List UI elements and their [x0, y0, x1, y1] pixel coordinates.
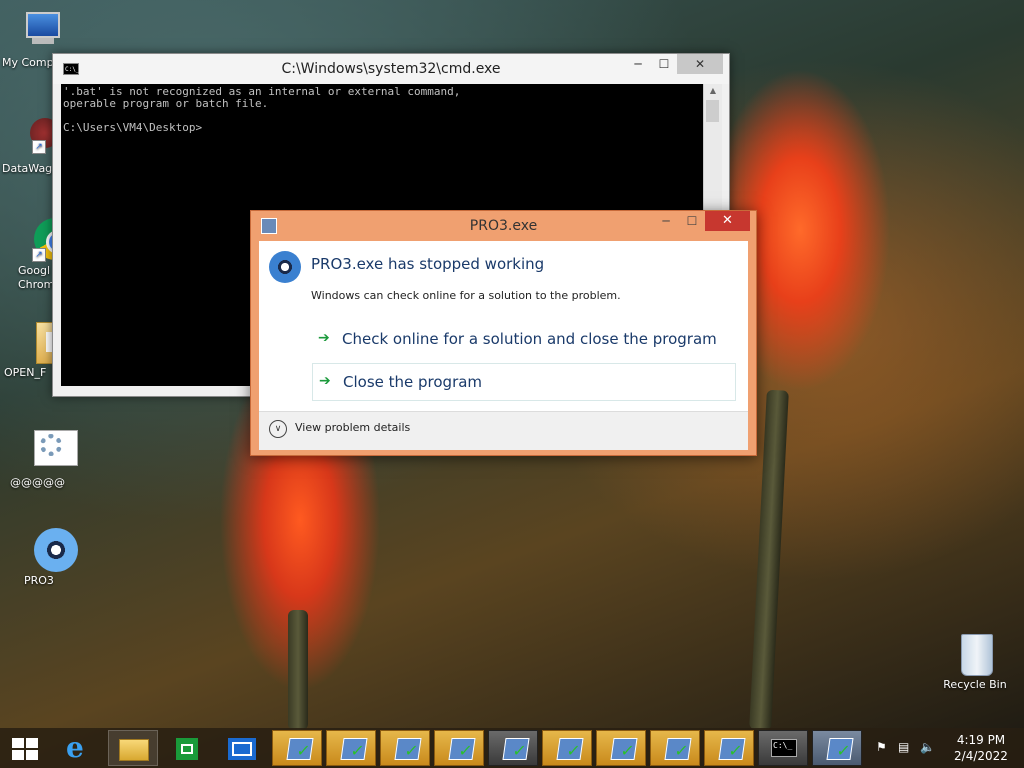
close-button[interactable]: ✕ — [677, 54, 723, 74]
close-program-option[interactable]: ➔ Close the program — [312, 363, 736, 401]
taskbar-app-button[interactable] — [326, 730, 376, 766]
minimize-button[interactable]: ─ — [625, 54, 651, 74]
scroll-up-arrow[interactable]: ▲ — [704, 86, 722, 95]
dialog-titlebar[interactable]: PRO3.exe ─ ☐ ✕ — [251, 211, 756, 241]
app-window-icon — [286, 738, 314, 760]
taskbar-app-button[interactable] — [650, 730, 700, 766]
taskbar-app-button[interactable] — [812, 730, 862, 766]
taskbar-app-button[interactable] — [488, 730, 538, 766]
taskbar-cmd-button[interactable]: C:\_ — [758, 730, 808, 766]
desktop-icon-recycle-bin[interactable]: Recycle Bin — [935, 630, 1015, 691]
taskbar-app-button[interactable] — [380, 730, 430, 766]
clock[interactable]: 4:19 PM 2/4/2022 — [946, 732, 1016, 764]
settings-icon — [18, 428, 78, 472]
green-arrow-icon: ➔ — [319, 373, 331, 389]
network-icon[interactable]: ▤ — [898, 740, 909, 754]
green-arrow-icon: ➔ — [318, 330, 330, 346]
mail-icon[interactable] — [216, 730, 266, 766]
maximize-button[interactable]: ☐ — [651, 54, 677, 74]
desktop-icon-label: PRO3 — [24, 574, 54, 587]
console-prompt: C:\Users\VM4\Desktop> — [63, 121, 203, 134]
check-online-option[interactable]: ➔ Check online for a solution and close … — [312, 321, 736, 359]
volume-muted-icon[interactable]: 🔈 — [920, 740, 935, 754]
option-label: Check online for a solution and close th… — [342, 330, 717, 348]
taskbar-app-button[interactable] — [272, 730, 322, 766]
close-button[interactable]: ✕ — [705, 211, 750, 231]
flower-stem-left — [288, 610, 308, 730]
desktop-icon-label: Recycle Bin — [943, 678, 1007, 691]
app-window-icon — [394, 738, 422, 760]
windows-start-icon[interactable] — [12, 738, 38, 760]
recycle-bin-icon — [953, 630, 997, 676]
file-explorer-icon[interactable] — [108, 730, 158, 766]
store-icon[interactable] — [162, 730, 212, 766]
cmd-icon: C:\_ — [771, 739, 797, 757]
view-details-label: View problem details — [295, 421, 411, 434]
app-window-icon — [556, 738, 584, 760]
app-window-icon — [448, 738, 476, 760]
taskbar: e C:\_ ⚑ ▤ 🔈 4:19 PM 2/4/2022 — [0, 728, 1024, 768]
disc-icon — [269, 251, 301, 283]
dialog-message: Windows can check online for a solution … — [311, 289, 621, 302]
clock-date: 2/4/2022 — [954, 749, 1008, 763]
maximize-button[interactable]: ☐ — [679, 211, 705, 231]
app-window-icon — [664, 738, 692, 760]
error-dialog[interactable]: PRO3.exe ─ ☐ ✕ PRO3.exe has stopped work… — [250, 210, 757, 456]
taskbar-app-button[interactable] — [542, 730, 592, 766]
taskbar-app-button[interactable] — [434, 730, 484, 766]
app-window-icon — [610, 738, 638, 760]
cmd-titlebar[interactable]: C:\_ C:\Windows\system32\cmd.exe ─ ☐ ✕ — [53, 54, 729, 84]
computer-icon — [18, 8, 62, 52]
app-window-icon — [718, 738, 746, 760]
taskbar-app-button[interactable] — [596, 730, 646, 766]
chevron-down-icon: ∨ — [269, 420, 287, 438]
console-line: operable program or batch file. — [63, 97, 269, 110]
taskbar-app-button[interactable] — [704, 730, 754, 766]
desktop-icon-settings-shortcut[interactable]: @@@@@ — [0, 428, 80, 489]
desktop-icon-pro3[interactable]: PRO3 — [0, 526, 80, 587]
app-window-icon — [340, 738, 368, 760]
action-center-flag-icon[interactable]: ⚑ — [876, 740, 887, 754]
dialog-footer: ∨ View problem details — [259, 411, 748, 450]
scroll-thumb[interactable] — [706, 100, 719, 122]
clock-time: 4:19 PM — [956, 733, 1006, 747]
internet-explorer-icon[interactable]: e — [54, 730, 104, 766]
disc-icon — [18, 526, 78, 572]
app-window-icon — [826, 738, 854, 760]
desktop-icon-label: @@@@@ — [10, 476, 65, 489]
dialog-heading: PRO3.exe has stopped working — [311, 255, 545, 273]
option-label: Close the program — [343, 373, 483, 391]
minimize-button[interactable]: ─ — [653, 211, 679, 231]
app-window-icon — [502, 738, 530, 760]
